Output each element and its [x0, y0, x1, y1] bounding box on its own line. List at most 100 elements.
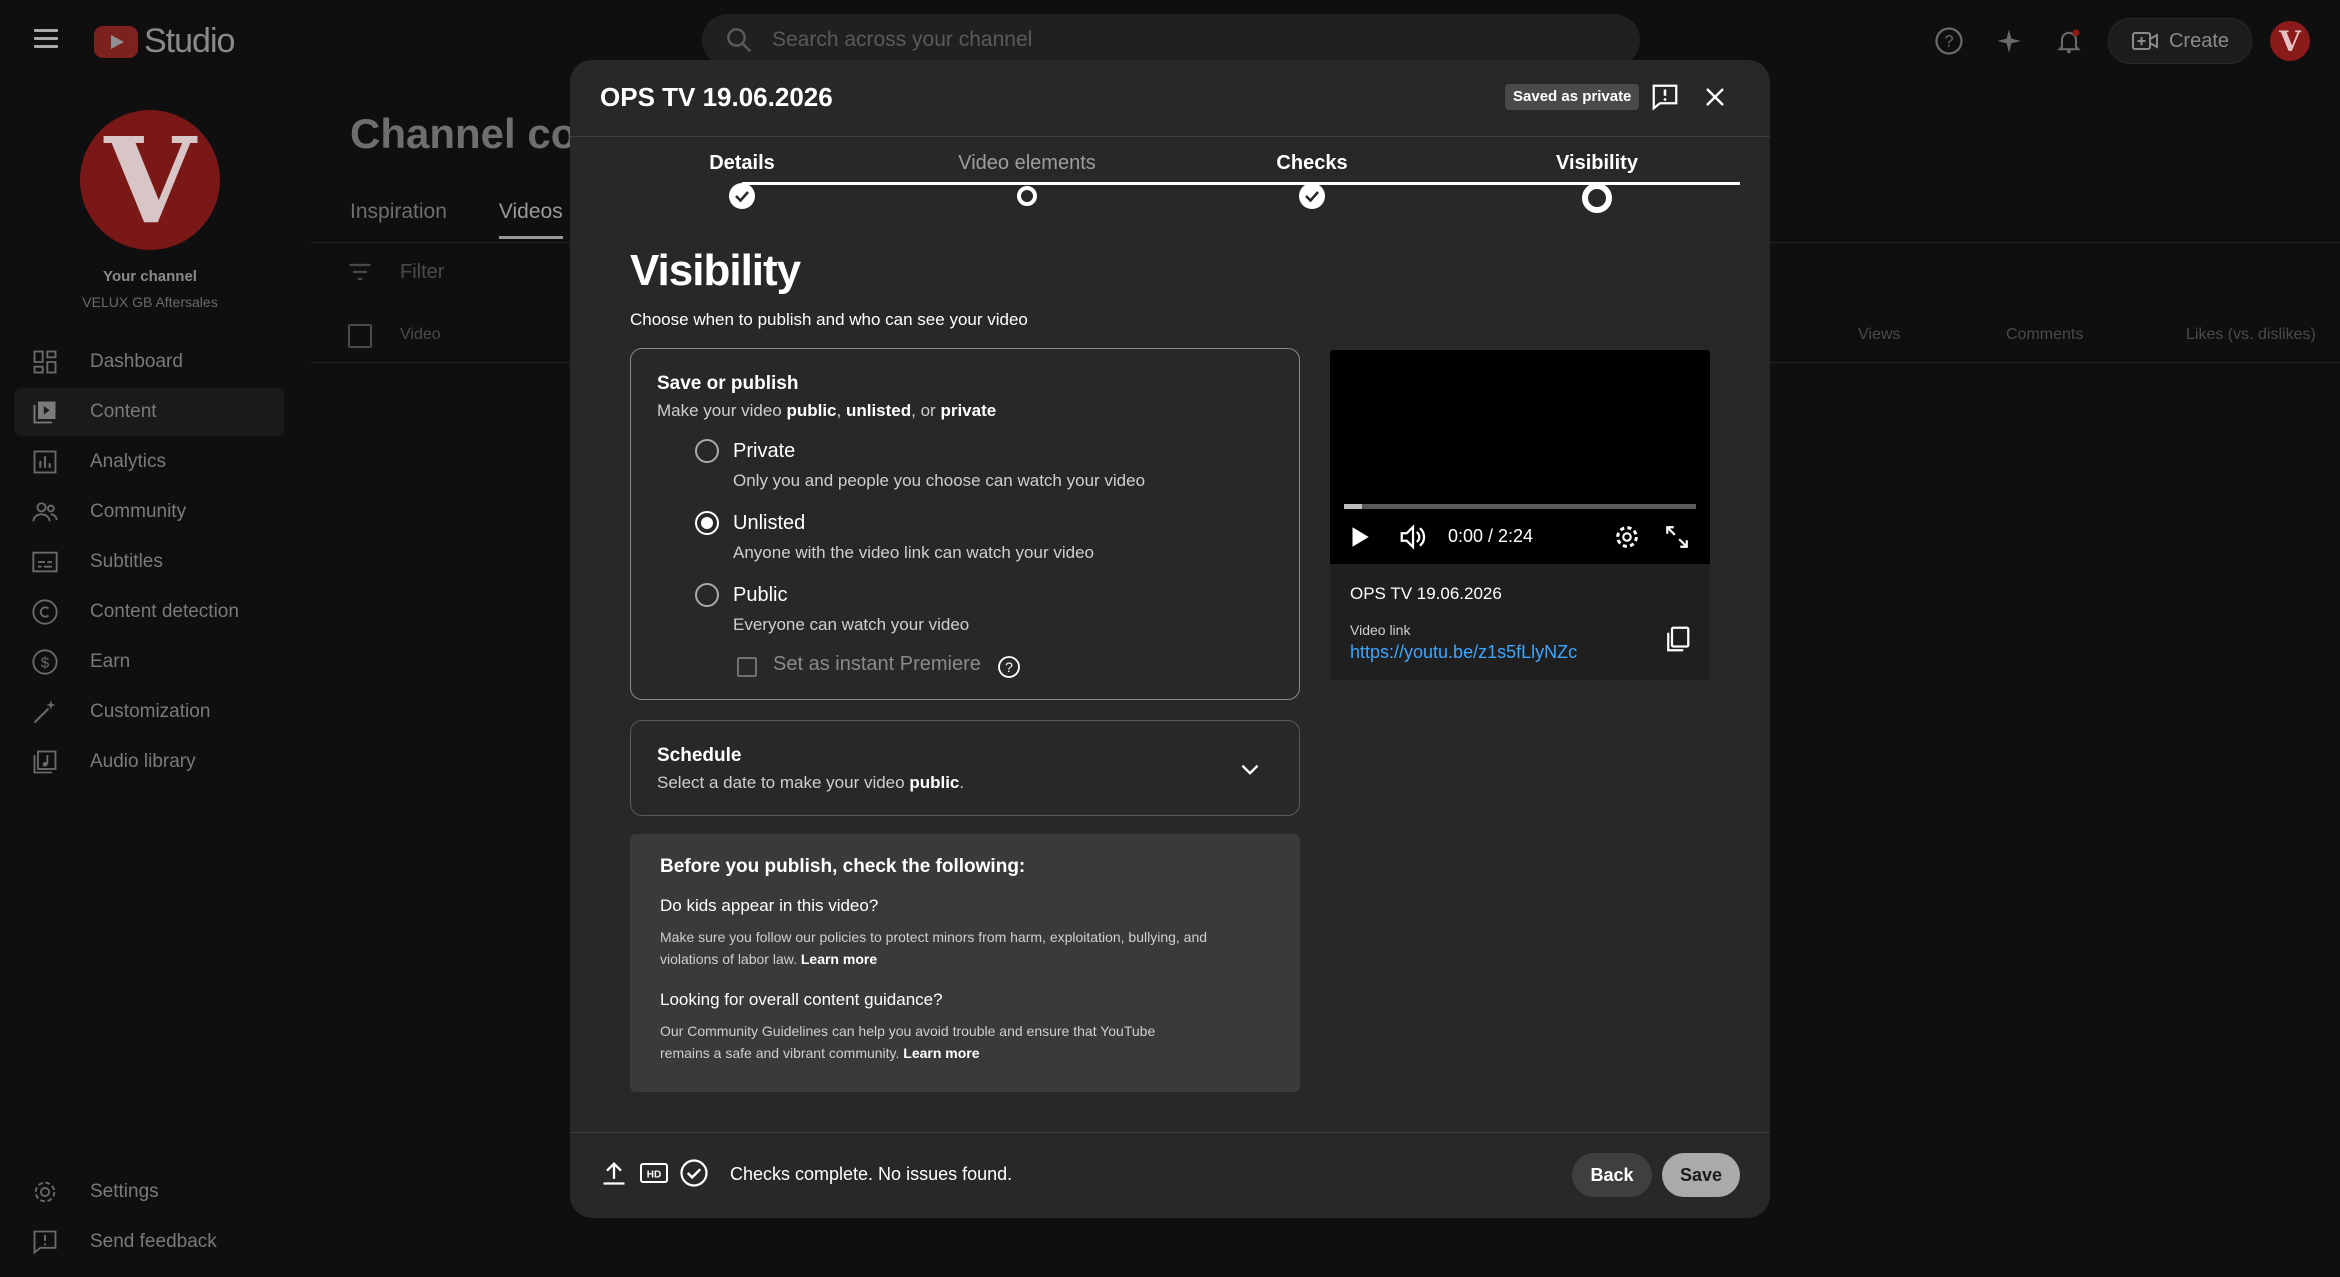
subtitle-suffix: .	[959, 773, 965, 792]
video-link-label: Video link	[1350, 622, 1411, 638]
video-time: 0:00 / 2:24	[1448, 526, 1534, 546]
kids-guidance-text: Make sure you follow our policies to pro…	[660, 926, 1220, 970]
chevron-down-icon[interactable]	[1237, 757, 1263, 783]
gear-icon[interactable]	[1612, 522, 1642, 552]
instant-premiere-checkbox[interactable]	[737, 657, 757, 677]
youtube-logo-icon	[94, 25, 138, 58]
sidebar-item-label: Subtitles	[90, 551, 163, 572]
sidebar-bottom: Settings Send feedback	[14, 1168, 284, 1268]
checklist-title: Before you publish, check the following:	[660, 856, 1026, 877]
unlisted-radio[interactable]	[695, 511, 719, 535]
step-details-check-icon[interactable]	[728, 182, 756, 210]
visibility-subheading: Choose when to publish and who can see y…	[630, 310, 1028, 329]
select-all-checkbox[interactable]	[348, 324, 372, 348]
private-radio[interactable]	[695, 439, 719, 463]
video-camera-icon	[2131, 32, 2158, 50]
schedule-card[interactable]: Schedule Select a date to make your vide…	[630, 720, 1300, 816]
subtitle-text: Select a date to make your video	[657, 773, 910, 792]
sidebar-item-label: Send feedback	[90, 1231, 217, 1252]
column-comments: Comments	[2006, 326, 2084, 343]
column-video: Video	[400, 326, 441, 343]
question-help-icon[interactable]: ?	[997, 655, 1021, 679]
public-description: Everyone can watch your video	[733, 615, 970, 634]
sidebar-item-content[interactable]: Content	[14, 388, 284, 436]
menu-icon[interactable]	[28, 24, 64, 56]
content-icon	[30, 397, 60, 427]
sidebar-item-subtitles[interactable]: Subtitles	[14, 538, 284, 586]
sidebar-nav: Dashboard Content Analytics Community Su…	[14, 338, 284, 788]
create-button[interactable]: Create	[2107, 18, 2252, 64]
feedback-icon	[30, 1227, 60, 1257]
step-visibility-current-icon[interactable]	[1581, 182, 1613, 214]
notifications-icon[interactable]	[2048, 20, 2090, 62]
video-player[interactable]: 0:00 / 2:24	[1330, 350, 1710, 564]
your-channel-label: Your channel	[103, 268, 197, 285]
copyright-icon	[30, 597, 60, 627]
save-or-publish-title: Save or publish	[657, 373, 799, 394]
step-checks-label[interactable]: Checks	[1276, 152, 1347, 175]
filter-icon[interactable]	[346, 258, 374, 286]
sidebar-item-content-detection[interactable]: Content detection	[14, 588, 284, 636]
hd-icon[interactable]: HD	[638, 1157, 670, 1189]
private-description: Only you and people you choose can watch…	[733, 471, 1146, 490]
svg-text:HD: HD	[647, 1170, 661, 1181]
dashboard-icon	[30, 347, 60, 377]
sparkle-icon[interactable]	[1988, 20, 2030, 62]
sidebar-item-label: Customization	[90, 701, 211, 722]
save-or-publish-subtitle: Make your video public, unlisted, or pri…	[657, 401, 996, 421]
learn-more-link[interactable]: Learn more	[801, 951, 877, 967]
video-link[interactable]: https://youtu.be/z1s5fLlyNZc	[1350, 642, 1577, 663]
sidebar-item-audio-library[interactable]: Audio library	[14, 738, 284, 786]
tab-videos[interactable]: Videos	[498, 200, 563, 239]
volume-icon[interactable]	[1398, 522, 1428, 552]
search-bar[interactable]: Search across your channel	[702, 14, 1640, 66]
private-label[interactable]: Private	[733, 440, 795, 463]
sidebar-item-customization[interactable]: Customization	[14, 688, 284, 736]
step-video-elements-label[interactable]: Video elements	[958, 152, 1096, 175]
step-visibility-label[interactable]: Visibility	[1556, 152, 1638, 175]
sidebar-item-settings[interactable]: Settings	[14, 1168, 284, 1216]
preview-video-title: OPS TV 19.06.2026	[1350, 584, 1502, 603]
step-video-elements-dot-icon[interactable]	[1016, 185, 1038, 207]
back-button[interactable]: Back	[1572, 1153, 1652, 1197]
sidebar-item-label: Settings	[90, 1181, 159, 1202]
save-button[interactable]: Save	[1662, 1153, 1740, 1197]
sidebar-item-earn[interactable]: $ Earn	[14, 638, 284, 686]
learn-more-link[interactable]: Learn more	[903, 1045, 979, 1061]
unlisted-label[interactable]: Unlisted	[733, 512, 805, 535]
sidebar-item-label: Earn	[90, 651, 131, 672]
account-avatar[interactable]: V	[2270, 21, 2310, 61]
progress-bar[interactable]	[1344, 504, 1696, 509]
column-views: Views	[1858, 326, 1901, 343]
filter-input[interactable]: Filter	[400, 261, 444, 284]
subtitle-unlisted: unlisted	[845, 401, 912, 420]
step-details-label[interactable]: Details	[709, 152, 775, 175]
sidebar-item-dashboard[interactable]: Dashboard	[14, 338, 284, 386]
step-checks-check-icon[interactable]	[1298, 182, 1326, 210]
search-input[interactable]: Search across your channel	[772, 28, 1032, 52]
channel-avatar[interactable]: V	[80, 110, 220, 250]
sidebar-item-community[interactable]: Community	[14, 488, 284, 536]
dialog-footer: HD Checks complete. No issues found. Bac…	[570, 1132, 1770, 1218]
upload-icon[interactable]	[598, 1157, 630, 1189]
fullscreen-icon[interactable]	[1662, 522, 1692, 552]
filter-row: Filter	[346, 258, 444, 286]
copy-icon[interactable]	[1662, 624, 1692, 654]
tab-inspiration[interactable]: Inspiration	[350, 200, 447, 239]
play-icon[interactable]	[1344, 522, 1374, 552]
save-or-publish-card: Save or publish Make your video public, …	[630, 348, 1300, 700]
studio-logo[interactable]: Studio	[94, 22, 235, 61]
sidebar-item-analytics[interactable]: Analytics	[14, 438, 284, 486]
svg-text:?: ?	[1944, 33, 1953, 51]
subtitle-public: public	[786, 401, 837, 420]
help-icon[interactable]: ?	[1928, 20, 1970, 62]
public-radio[interactable]	[695, 583, 719, 607]
checks-complete-icon[interactable]	[678, 1157, 710, 1189]
public-label[interactable]: Public	[733, 584, 787, 607]
channel-name: VELUX GB Aftersales	[82, 294, 218, 310]
upload-dialog: OPS TV 19.06.2026 Saved as private Detai…	[570, 60, 1770, 1218]
community-icon	[30, 497, 60, 527]
instant-premiere-label: Set as instant Premiere	[773, 653, 981, 675]
checks-status-text: Checks complete. No issues found.	[730, 1164, 1013, 1184]
sidebar-item-send-feedback[interactable]: Send feedback	[14, 1218, 284, 1266]
